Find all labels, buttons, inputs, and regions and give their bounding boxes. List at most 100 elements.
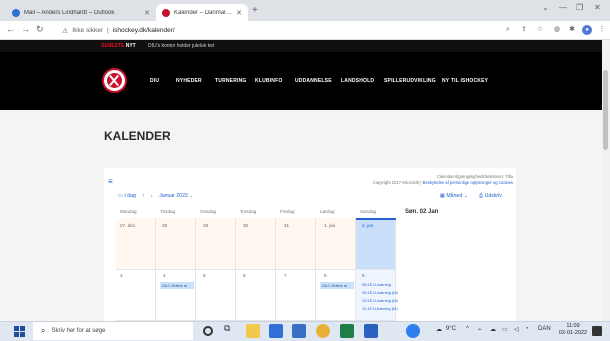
- nav-item-klubinfo[interactable]: KLUBINFO: [255, 78, 282, 84]
- today-button[interactable]: ▭ I dag: [118, 193, 136, 199]
- nav-item-nyheder[interactable]: NYHEDER: [176, 78, 202, 84]
- weather-icon[interactable]: ☁: [436, 326, 442, 333]
- calendar-event[interactable]: 08:15 U-træning: [362, 282, 391, 287]
- cortana-icon[interactable]: [203, 326, 213, 336]
- url-text: ishockey.dk/kalender/: [112, 27, 175, 34]
- calendar-event[interactable]: 11:15 U-træning (M): [362, 306, 398, 311]
- today-indicator: [356, 218, 396, 220]
- day-cell[interactable]: [276, 270, 316, 321]
- forward-icon[interactable]: →: [21, 24, 30, 34]
- month-picker[interactable]: Januar 2022 ⌄: [159, 193, 194, 199]
- taskbar-clock[interactable]: 11:09 02-01-2022: [558, 323, 588, 337]
- task-view-icon[interactable]: ⧉: [224, 323, 238, 337]
- taskbar-search[interactable]: ⌕ Skriv her for at søge: [33, 322, 193, 340]
- tab-title: Mail – Anders Lindhardt – Outlook: [24, 9, 115, 16]
- profile-avatar[interactable]: ●: [582, 25, 592, 35]
- day-cell[interactable]: [276, 218, 316, 270]
- nav-item-uddannelse[interactable]: UDDANNELSE: [295, 78, 332, 84]
- notifications-icon[interactable]: [592, 326, 602, 336]
- more-icon[interactable]: ⋮: [597, 25, 607, 35]
- news-ticker-bar: SENESTE NYT DIU's kontor holder juleluk …: [0, 40, 610, 52]
- warning-icon: ⚠: [62, 27, 69, 35]
- day-number: 1. jan.: [324, 223, 337, 228]
- day-number-today: 2. jan.: [362, 223, 375, 228]
- minimize-icon[interactable]: —: [559, 3, 567, 12]
- chrome-icon[interactable]: [316, 324, 330, 338]
- calendar-event[interactable]: DIU: Online m: [160, 282, 194, 289]
- diu-logo[interactable]: [102, 68, 127, 93]
- day-cell[interactable]: [316, 270, 356, 321]
- day-number: 29: [203, 223, 209, 228]
- search-placeholder: Skriv her for at søge: [51, 328, 106, 334]
- excel-icon[interactable]: [340, 324, 354, 338]
- zoom-icon[interactable]: ⌕: [503, 25, 513, 35]
- battery-icon[interactable]: ▭: [502, 326, 508, 333]
- close-icon[interactable]: ✕: [144, 9, 150, 17]
- chevron-up-icon[interactable]: ^: [466, 326, 469, 332]
- windows-start-icon[interactable]: [14, 326, 25, 337]
- nav-item-diu[interactable]: DIU: [150, 78, 159, 84]
- crossed-sticks-icon: [107, 73, 122, 88]
- file-explorer-icon[interactable]: [246, 324, 260, 338]
- extension-icon[interactable]: ◍: [552, 25, 562, 35]
- edge-icon[interactable]: [406, 324, 420, 338]
- address-bar: ← → ↻ ⚠ Ikke sikker | ishockey.dk/kalend…: [0, 21, 610, 40]
- tab-outlook[interactable]: Mail – Anders Lindhardt – Outlook ✕: [6, 4, 156, 21]
- star-icon[interactable]: ☆: [535, 25, 545, 35]
- copyright-text: Copyright 2017 Microsoft: [372, 180, 420, 185]
- browser-window: Mail – Anders Lindhardt – Outlook ✕ Kale…: [0, 0, 610, 341]
- word-icon[interactable]: [364, 324, 378, 338]
- share-icon[interactable]: ⇪: [519, 25, 529, 35]
- new-tab-icon[interactable]: +: [252, 5, 258, 16]
- search-icon: ⌕: [41, 326, 46, 335]
- day-cell[interactable]: [236, 218, 276, 270]
- privacy-link[interactable]: Beskyttelse af personlige oplysninger og…: [423, 180, 513, 185]
- weekday-header: Lørdag: [320, 209, 335, 214]
- day-cell[interactable]: [156, 270, 196, 321]
- nav-item-ny-til-ishockey[interactable]: NY TIL ISHOCKEY: [442, 78, 488, 84]
- calendar-event[interactable]: 10:15 U-træning (M): [362, 298, 398, 303]
- ticker-text[interactable]: DIU's kontor holder juleluk ket: [148, 43, 214, 49]
- nav-item-spillerudvikling[interactable]: SPILLERUDVIKLING: [384, 78, 436, 84]
- tab-title: Kalender – Danmarks Ishockey-Union: [174, 9, 233, 16]
- security-label: Ikke sikker: [72, 27, 103, 34]
- calendar-event[interactable]: DIU: Online m: [320, 282, 354, 289]
- day-cell[interactable]: [196, 270, 236, 321]
- restore-icon[interactable]: ❐: [576, 3, 583, 12]
- day-number: 27. dec.: [120, 223, 137, 228]
- close-window-icon[interactable]: ✕: [594, 3, 601, 12]
- url-field[interactable]: ⚠ Ikke sikker | ishockey.dk/kalender/: [62, 24, 442, 37]
- network-icon[interactable]: ⌁: [478, 326, 482, 333]
- volume-icon[interactable]: ◁: [514, 326, 519, 333]
- up-arrow-icon[interactable]: ↑: [142, 193, 145, 199]
- mail-icon[interactable]: [269, 324, 283, 338]
- down-arrow-icon[interactable]: ↓: [151, 193, 154, 199]
- app-icon[interactable]: [292, 324, 306, 338]
- calendar-info: Calendar-tilgængelighedsfunktioner: Tilt…: [330, 174, 513, 186]
- weekday-header: Torsdag: [240, 209, 257, 214]
- calendar-icon: ▭: [118, 193, 123, 199]
- calendar-event[interactable]: 09:15 U-træning (M): [362, 290, 398, 295]
- chevron-down-icon[interactable]: ⌄: [542, 3, 549, 12]
- day-number: 30: [243, 223, 249, 228]
- back-icon[interactable]: ←: [6, 24, 15, 34]
- day-cell[interactable]: [196, 218, 236, 270]
- language-indicator[interactable]: DAN: [538, 326, 551, 332]
- close-icon[interactable]: ✕: [236, 9, 242, 17]
- wifi-icon[interactable]: ◔: [525, 326, 529, 332]
- cloud-icon[interactable]: ☁: [490, 326, 496, 333]
- nav-item-landshold[interactable]: LANDSHOLD: [341, 78, 374, 84]
- weather-temp[interactable]: 9°C: [446, 326, 456, 332]
- puzzle-icon[interactable]: ✱: [567, 25, 577, 35]
- weekday-header: Fredag: [280, 209, 295, 214]
- nav-item-turnering[interactable]: TURNERING: [215, 78, 247, 84]
- tab-calendar[interactable]: Kalender – Danmarks Ishockey-Union ✕: [156, 4, 248, 21]
- menu-icon[interactable]: ≡: [108, 177, 113, 186]
- day-number: 4: [163, 273, 166, 278]
- print-button[interactable]: ⎙ Udskriv: [479, 193, 502, 200]
- reload-icon[interactable]: ↻: [36, 24, 44, 35]
- view-selector[interactable]: ▦ Måned ⌄: [440, 193, 468, 199]
- scrollbar-thumb[interactable]: [603, 70, 608, 150]
- day-cell[interactable]: [236, 270, 276, 321]
- day-number: 9: [362, 273, 365, 278]
